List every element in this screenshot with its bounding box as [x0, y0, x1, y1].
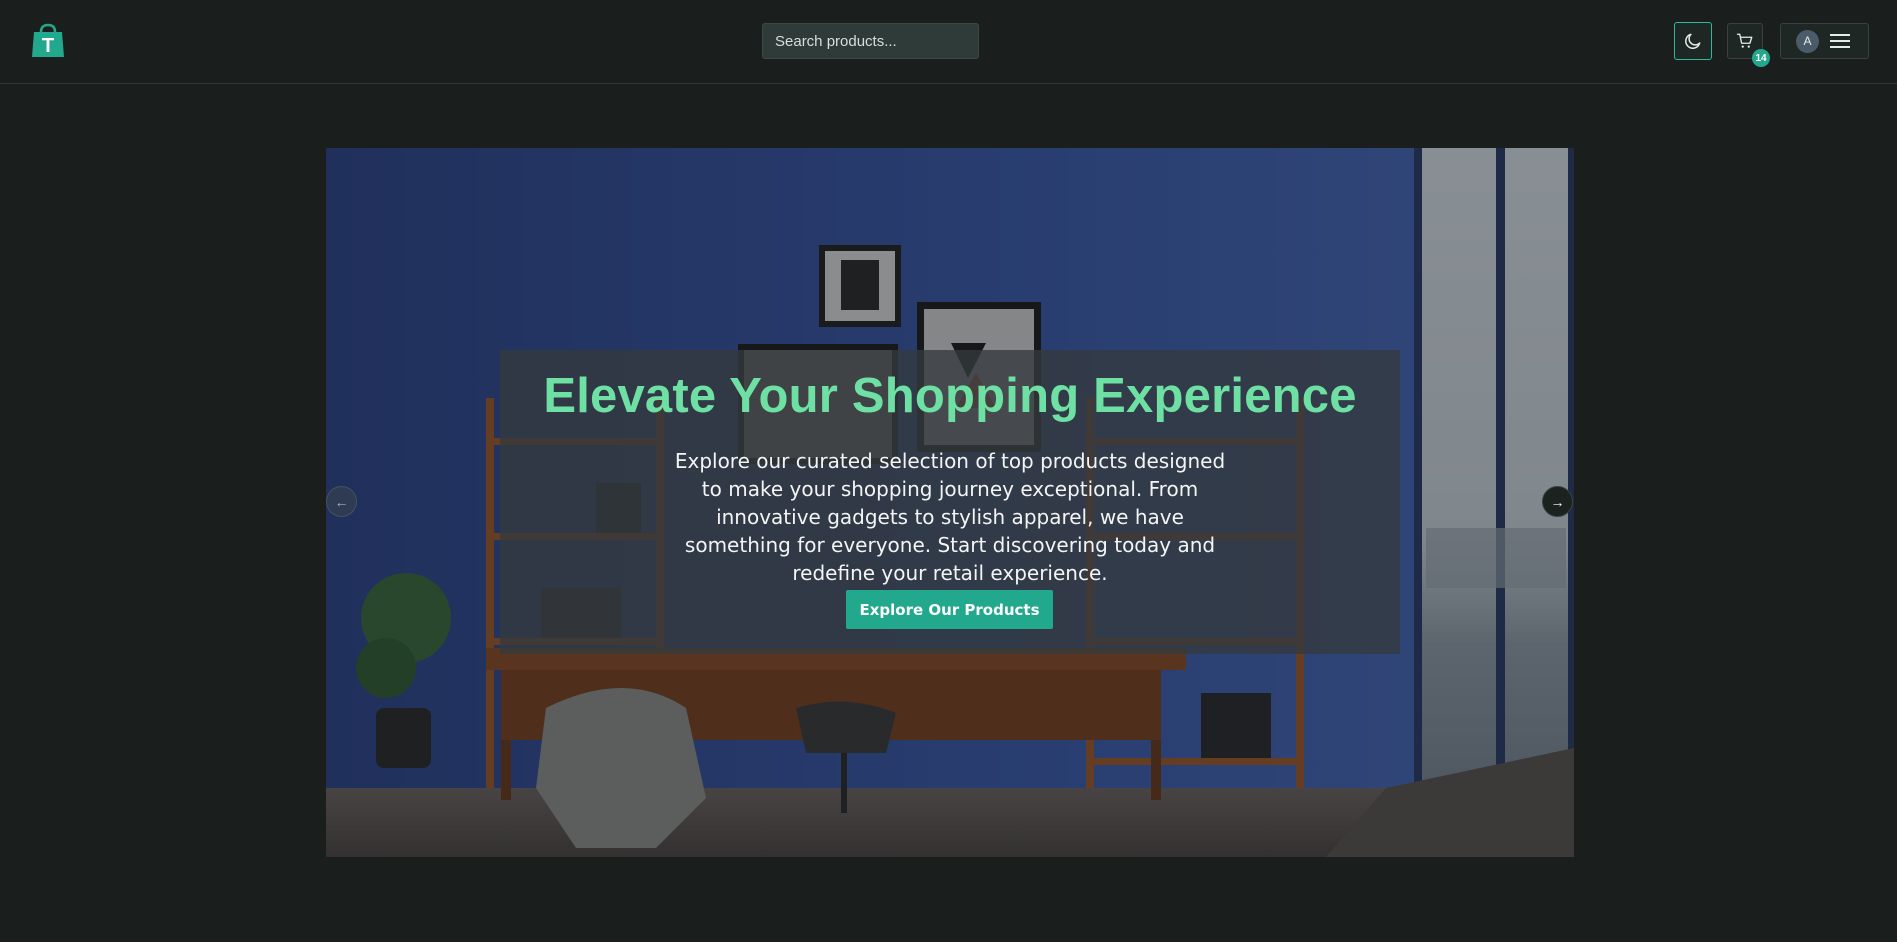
svg-text:T: T	[42, 35, 54, 57]
hero-title: Elevate Your Shopping Experience	[543, 369, 1357, 423]
arrow-left-icon: ←	[334, 493, 349, 510]
hero-content-panel: Elevate Your Shopping Experience Explore…	[500, 350, 1400, 654]
shopping-bag-logo-icon: T	[32, 23, 64, 57]
hero-description: Explore our curated selection of top pro…	[674, 449, 1226, 585]
arrow-right-icon: →	[1550, 493, 1565, 510]
hero-carousel: Elevate Your Shopping Experience Explore…	[326, 148, 1574, 857]
moon-icon	[1685, 33, 1701, 49]
explore-products-button[interactable]: Explore Our Products	[846, 590, 1053, 629]
carousel-prev-button[interactable]: ←	[326, 486, 357, 517]
avatar: A	[1796, 29, 1819, 53]
carousel-next-button[interactable]: →	[1542, 486, 1573, 517]
store-logo[interactable]: T	[30, 22, 66, 58]
cart-count-badge: 14	[1752, 49, 1770, 67]
theme-toggle-button[interactable]	[1674, 22, 1712, 60]
top-navigation-bar: T 14 A	[0, 0, 1897, 84]
user-menu-button[interactable]: A	[1780, 23, 1869, 59]
search-input[interactable]	[762, 23, 979, 59]
cart-icon	[1736, 33, 1753, 48]
hamburger-icon	[1830, 34, 1850, 48]
